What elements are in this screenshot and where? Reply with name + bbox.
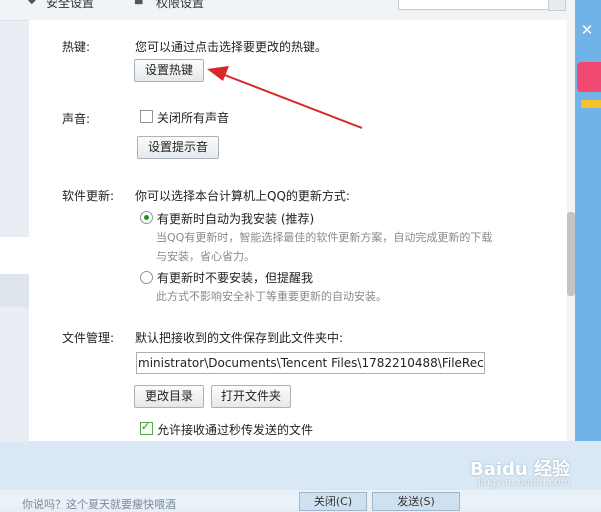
annotation-arrow [207,66,363,129]
